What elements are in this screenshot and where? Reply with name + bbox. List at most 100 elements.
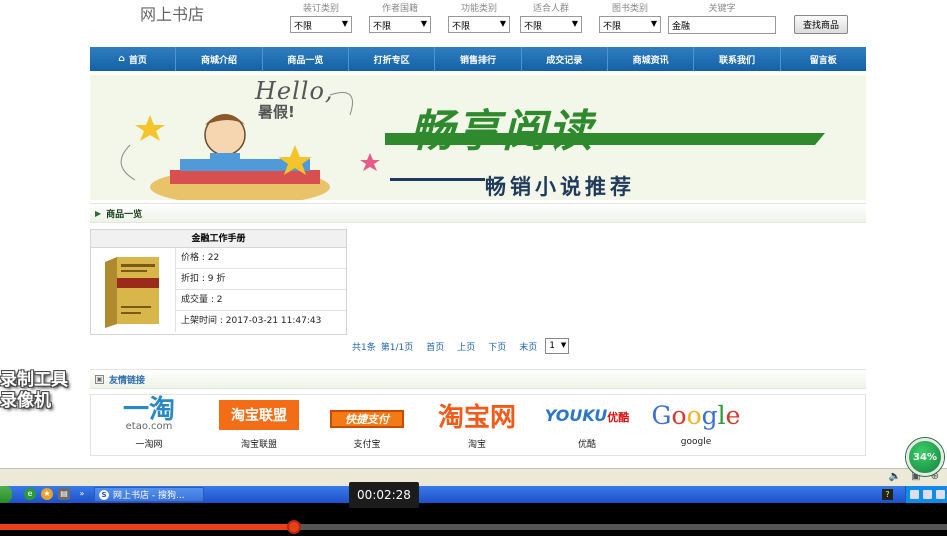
chevron-down-icon: ▼ <box>341 19 348 28</box>
taobao-logo: 淘宝网 <box>437 402 516 433</box>
filter-binding-select[interactable]: 不限 ▼ <box>290 16 352 33</box>
nav-news[interactable]: 商城资讯 <box>608 47 695 71</box>
friend-links: 一淘 etao.com 一淘网 淘宝联盟 淘宝联盟 快捷支付 支付宝 淘宝网 淘宝… <box>90 394 866 456</box>
chevron-down-icon: ▼ <box>650 19 657 28</box>
quicklaunch-icon[interactable]: ▤ <box>58 488 70 500</box>
link-taobao-union[interactable]: 淘宝联盟 淘宝联盟 <box>209 398 309 450</box>
help-icon[interactable]: ? <box>882 489 893 500</box>
search-button[interactable]: 查找商品 <box>794 15 848 34</box>
chevron-down-icon: ▼ <box>420 19 427 28</box>
link-taobao[interactable]: 淘宝网 淘宝 <box>427 398 527 451</box>
nav-about[interactable]: 商城介绍 <box>176 47 263 71</box>
filter-binding: 装订类别 不限 ▼ <box>290 1 352 33</box>
video-progress-track[interactable] <box>0 520 947 534</box>
video-time-tooltip: 00:02:28 <box>349 482 419 508</box>
filter-label: 适合人群 <box>532 4 569 14</box>
promo-banner: Hello, 暑假! 畅享阅读 畅销小说推荐 <box>90 75 866 200</box>
product-card: 金融工作手册 价格 : 22 折扣 : 9 折 成交量 : 2 上架时间 : 2… <box>90 229 347 335</box>
recorder-watermark: 录制工具 录像机 <box>0 370 68 411</box>
windows-taskbar: e ★ ▤ » S 网上书店 - 搜狗... ? <box>0 486 947 503</box>
progress-badge[interactable]: 34% <box>906 438 944 476</box>
product-discount: 折扣 : 9 折 <box>176 269 346 290</box>
link-name: google <box>680 437 712 447</box>
links-section-title: 友情链接 <box>109 375 146 386</box>
site-title: 网上书店 <box>140 5 205 24</box>
taobao-union-logo: 淘宝联盟 <box>209 398 309 432</box>
pager-total: 共1条 <box>352 342 376 353</box>
etao-logo: 一淘 etao.com <box>122 395 175 432</box>
nav-discounts[interactable]: 打折专区 <box>349 47 436 71</box>
product-price: 价格 : 22 <box>176 248 346 269</box>
google-logo: Google <box>651 400 741 430</box>
tray-icon[interactable] <box>923 490 932 499</box>
link-name: 优酷 <box>577 440 596 450</box>
product-sold: 成交量 : 2 <box>176 290 346 311</box>
filter-audience: 适合人群 不限 ▼ <box>520 1 582 33</box>
link-youku[interactable]: YOUKU优酷 优酷 <box>537 398 637 451</box>
link-alipay[interactable]: 快捷支付 支付宝 <box>317 398 417 450</box>
filter-function-select[interactable]: 不限 ▼ <box>448 16 510 33</box>
video-player-controls <box>0 503 947 536</box>
pager-page-info: 第1/1页 <box>380 342 414 353</box>
filter-label: 图书类别 <box>611 4 648 14</box>
pager-prev[interactable]: 上页 <box>457 340 475 353</box>
system-tray <box>905 486 947 503</box>
keyword-group: 关键字 <box>691 1 753 15</box>
nav-deals[interactable]: 成交记录 <box>522 47 608 71</box>
pager-first[interactable]: 首页 <box>426 340 444 353</box>
filter-audience-select[interactable]: 不限 ▼ <box>520 16 582 33</box>
quicklaunch-icon[interactable]: ★ <box>41 488 53 500</box>
filter-label: 作者国籍 <box>381 4 418 14</box>
links-section-header: ▣ 友情链接 <box>90 369 866 389</box>
browser-status-bar: 🔈 ▣ ⊕ <box>0 468 947 486</box>
page-select[interactable]: 1 ▼ <box>545 338 570 354</box>
filter-label: 功能类别 <box>460 4 497 14</box>
video-progress-handle[interactable] <box>286 520 301 534</box>
main-nav: ⌂ 首页 商城介绍 商品一览 打折专区 销售排行 成交记录 商城资讯 联系我们 留… <box>90 47 866 71</box>
nav-home[interactable]: ⌂ 首页 <box>90 47 177 71</box>
link-name: 淘宝 <box>467 440 486 450</box>
banner-subtitle: 畅销小说推荐 <box>485 175 635 199</box>
banner-hello-sub: 暑假! <box>258 103 295 121</box>
link-name: 一淘网 <box>135 440 163 450</box>
pager-last[interactable]: 末页 <box>519 340 537 353</box>
chevron-down-icon: ▼ <box>560 341 567 349</box>
video-progress-fill <box>0 524 294 530</box>
products-section-title: 商品一览 <box>106 209 143 220</box>
link-box-icon: ▣ <box>95 374 104 384</box>
product-listed-time: 上架时间 : 2017-03-21 11:47:43 <box>181 316 322 326</box>
filter-function: 功能类别 不限 ▼ <box>448 1 510 33</box>
nav-products[interactable]: 商品一览 <box>263 47 349 71</box>
keyword-input[interactable]: 金融 <box>668 16 776 34</box>
keyword-label: 关键字 <box>708 4 736 14</box>
filter-category-select[interactable]: 不限 ▼ <box>599 16 661 33</box>
triangle-icon: ▶ <box>95 208 102 218</box>
product-cover-image[interactable] <box>97 254 169 330</box>
link-etao[interactable]: 一淘 etao.com 一淘网 <box>99 395 199 450</box>
pagination: 共1条 第1/1页 首页 上页 下页 末页 1 ▼ <box>352 338 570 354</box>
nav-guestbook[interactable]: 留言板 <box>781 47 866 71</box>
youku-logo: YOUKU优酷 <box>544 405 630 425</box>
browser-icon: S <box>99 489 109 500</box>
quicklaunch-icon[interactable]: e <box>24 488 36 500</box>
chevron-down-icon: ▼ <box>499 19 506 28</box>
link-name: 淘宝联盟 <box>240 440 277 450</box>
filter-nationality: 作者国籍 不限 ▼ <box>369 1 431 33</box>
product-info: 价格 : 22 折扣 : 9 折 成交量 : 2 上架时间 : 2017-03-… <box>175 248 346 332</box>
pager-next[interactable]: 下页 <box>488 340 506 353</box>
keyboard-icon[interactable] <box>910 490 919 499</box>
start-button[interactable] <box>0 486 12 503</box>
link-name: 支付宝 <box>353 440 381 450</box>
taskbar-chevron-icon[interactable]: » <box>76 488 88 500</box>
link-google[interactable]: Google google <box>646 398 746 448</box>
home-icon: ⌂ <box>118 54 125 64</box>
filter-nationality-select[interactable]: 不限 ▼ <box>369 16 431 33</box>
chevron-down-icon: ▼ <box>571 19 578 28</box>
nav-ranking[interactable]: 销售排行 <box>435 47 522 71</box>
speaker-icon[interactable]: 🔈 <box>889 471 901 482</box>
taskbar-window-button[interactable]: S 网上书店 - 搜狗... <box>94 487 204 502</box>
filter-category: 图书类别 不限 ▼ <box>599 1 661 33</box>
tray-icon[interactable] <box>936 490 945 499</box>
product-title[interactable]: 金融工作手册 <box>91 230 346 248</box>
nav-contact[interactable]: 联系我们 <box>694 47 781 71</box>
